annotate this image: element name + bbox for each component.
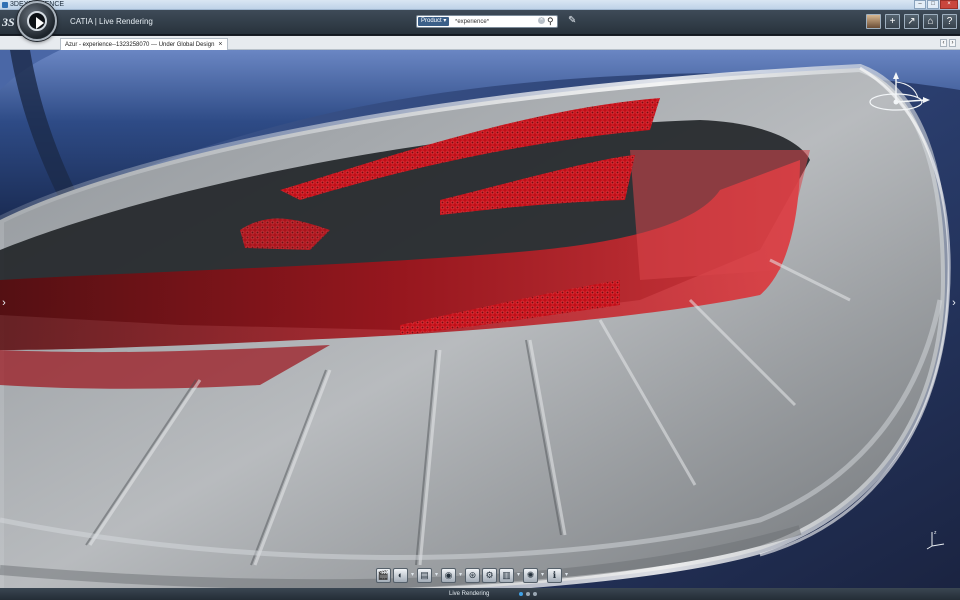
- help-icon[interactable]: ?: [942, 14, 957, 29]
- home-icon[interactable]: ⌂: [923, 14, 938, 29]
- clapperboard-icon[interactable]: 🎬: [376, 567, 391, 583]
- tag-icon[interactable]: ✎: [568, 16, 578, 26]
- header-actions: + ↗ ⌂ ?: [866, 14, 957, 29]
- play-icon: [36, 17, 44, 29]
- right-panel-expand-icon[interactable]: ›: [950, 296, 958, 310]
- os-title-bar: 3DEXPERIENCE – □ ×: [0, 0, 960, 10]
- taillight-render: [0, 50, 960, 600]
- clear-search-icon[interactable]: ×: [538, 17, 545, 24]
- scene-layers-icon[interactable]: ▥: [499, 567, 514, 583]
- search-box: Product ▾ × ⚲: [416, 15, 558, 28]
- window-controls: – □ ×: [914, 0, 958, 10]
- document-tab[interactable]: Azur - experience--1323258070 --- Under …: [60, 38, 228, 50]
- chevron-down-icon[interactable]: ▾: [458, 568, 463, 583]
- app-header: 3S CATIA | Live Rendering Product ▾ × ⚲ …: [0, 10, 960, 35]
- section-pager: [519, 592, 537, 596]
- add-icon[interactable]: +: [885, 14, 900, 29]
- section-dot[interactable]: [519, 592, 523, 596]
- chevron-down-icon[interactable]: ▾: [564, 568, 569, 583]
- tab-navigation: ‹ ›: [940, 39, 956, 47]
- close-window-button[interactable]: ×: [940, 0, 958, 9]
- light-sources-icon[interactable]: ✺: [523, 567, 538, 583]
- 3d-viewport[interactable]: › › z: [0, 50, 960, 600]
- chevron-down-icon[interactable]: ▾: [540, 568, 545, 583]
- 3d-compass-icon[interactable]: [866, 70, 932, 130]
- render-settings-icon[interactable]: ⊛: [465, 567, 480, 583]
- chevron-down-icon[interactable]: ▾: [410, 568, 415, 583]
- chevron-down-icon[interactable]: ▾: [434, 568, 439, 583]
- compass-ring: [27, 11, 47, 31]
- user-avatar-icon[interactable]: [866, 14, 881, 29]
- material-sphere-icon[interactable]: ◐: [393, 567, 408, 583]
- section-dot[interactable]: [526, 592, 530, 596]
- app-window-icon: [2, 2, 8, 8]
- chevron-down-icon[interactable]: ▾: [516, 568, 521, 583]
- close-tab-icon[interactable]: ×: [218, 41, 222, 48]
- tab-next-button[interactable]: ›: [949, 39, 956, 47]
- section-tab-live-rendering[interactable]: Live Rendering: [449, 588, 489, 600]
- action-bar: 🎬 ◐ ▾ ▤ ▾ ◉ ▾ ⊛ ⚙ ▥ ▾ ✺ ▾ ℹ ▾: [376, 565, 586, 585]
- app-title: CATIA | Live Rendering: [70, 17, 153, 26]
- document-tab-label: Azur - experience--1323258070 --- Under …: [65, 42, 215, 48]
- tab-prev-button[interactable]: ‹: [940, 39, 947, 47]
- search-input[interactable]: [455, 17, 535, 26]
- left-panel-expand-icon[interactable]: ›: [0, 296, 8, 310]
- document-tab-bar: Azur - experience--1323258070 --- Under …: [0, 36, 960, 50]
- search-scope-label: Product: [421, 18, 442, 24]
- search-scope-dropdown[interactable]: Product ▾: [418, 17, 450, 26]
- section-tab-bar: Live Rendering: [0, 588, 960, 600]
- gear-icon[interactable]: ⚙: [482, 567, 497, 583]
- axis-triad-icon: z: [926, 530, 945, 550]
- compass-play-button[interactable]: [17, 1, 57, 41]
- minimize-button[interactable]: –: [914, 0, 926, 9]
- app-window: 3DEXPERIENCE – □ × 3S CATIA | Live Rende…: [0, 0, 960, 600]
- maximize-button[interactable]: □: [927, 0, 939, 9]
- 3ds-logo-icon[interactable]: 3S: [2, 13, 18, 31]
- camera-icon[interactable]: ◉: [441, 567, 456, 583]
- environment-icon[interactable]: ▤: [417, 567, 432, 583]
- svg-text:z: z: [934, 530, 937, 536]
- search-icon[interactable]: ⚲: [547, 16, 554, 26]
- info-icon[interactable]: ℹ: [547, 567, 562, 583]
- section-dot[interactable]: [533, 592, 537, 596]
- share-icon[interactable]: ↗: [904, 14, 919, 29]
